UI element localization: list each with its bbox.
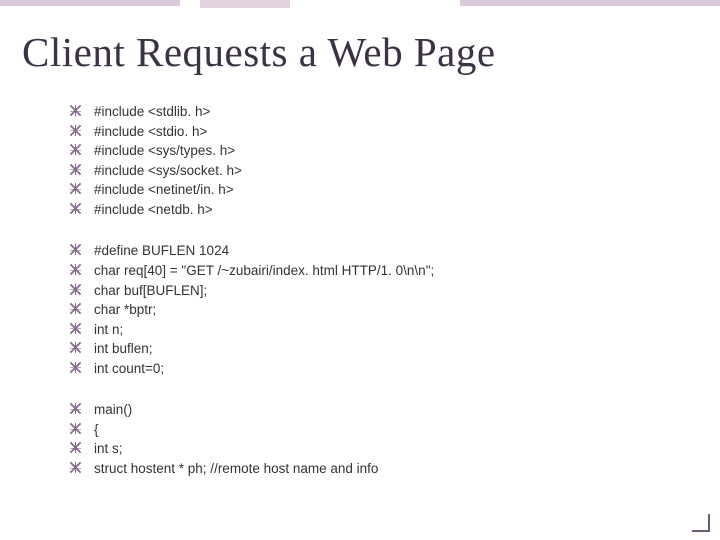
list-item: #define BUFLEN 1024 [70,241,698,261]
corner-decoration-icon [690,512,710,532]
list-item: char req[40] = "GET /~zubairi/index. htm… [70,261,698,281]
list-item: char *bptr; [70,300,698,320]
list-item: #include <stdio. h> [70,122,698,142]
list-item: int buflen; [70,339,698,359]
list-item: { [70,420,698,440]
list-item: int count=0; [70,359,698,379]
page-title: Client Requests a Web Page [22,28,698,76]
list-item: #include <netdb. h> [70,200,698,220]
list-item: struct hostent * ph; //remote host name … [70,459,698,479]
list-item: int s; [70,439,698,459]
list-item: #include <stdlib. h> [70,102,698,122]
code-block-2: #define BUFLEN 1024 char req[40] = "GET … [70,241,698,378]
list-item: #include <sys/socket. h> [70,161,698,181]
list-item: main() [70,400,698,420]
code-block-3: main() { int s; struct hostent * ph; //r… [70,400,698,478]
list-item: #include <sys/types. h> [70,141,698,161]
list-item: int n; [70,320,698,340]
slide-top-border [0,0,720,8]
slide-body: Client Requests a Web Page #include <std… [0,0,720,479]
list-item: #include <netinet/in. h> [70,180,698,200]
code-block-1: #include <stdlib. h> #include <stdio. h>… [70,102,698,219]
list-item: char buf[BUFLEN]; [70,281,698,301]
